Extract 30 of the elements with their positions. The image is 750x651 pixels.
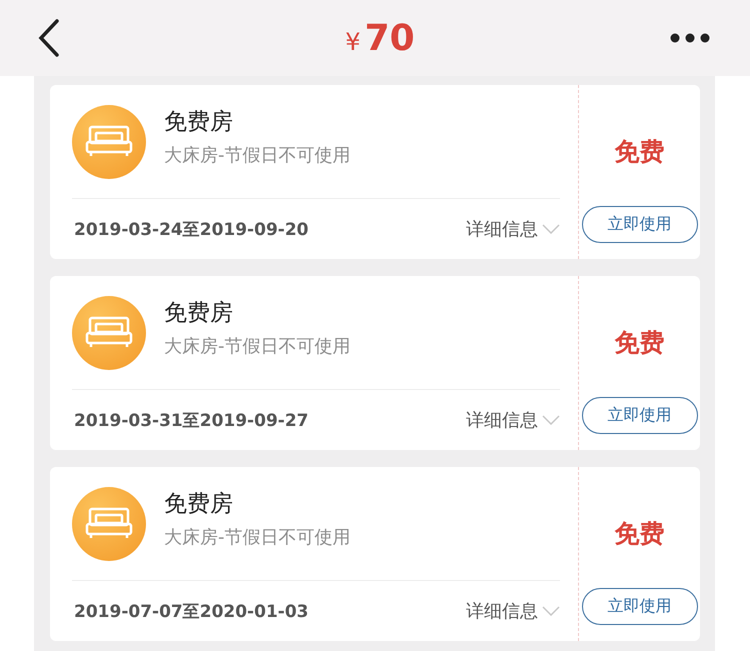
coupon-price: 免费	[614, 327, 664, 359]
details-toggle[interactable]: 详细信息	[466, 408, 560, 432]
use-now-button[interactable]: 立即使用	[582, 588, 698, 625]
use-now-button[interactable]: 立即使用	[582, 397, 698, 434]
more-icon	[670, 33, 710, 43]
validity-dates: 2019-07-07至2020-01-03	[74, 600, 308, 622]
coupon-description: 大床房-节假日不可使用	[164, 144, 350, 167]
coupon-title: 免费房	[164, 108, 234, 137]
bed-icon	[85, 124, 133, 158]
more-button[interactable]	[670, 33, 710, 43]
currency-symbol: ¥	[345, 28, 361, 56]
coupon-description: 大床房-节假日不可使用	[164, 526, 350, 549]
coupon-price: 免费	[614, 136, 664, 168]
chevron-down-icon	[542, 606, 560, 616]
use-now-button[interactable]: 立即使用	[582, 206, 698, 243]
bed-icon	[85, 316, 133, 350]
details-toggle[interactable]: 详细信息	[466, 599, 560, 623]
coupon-title: 免费房	[164, 299, 234, 328]
chevron-down-icon	[542, 224, 560, 234]
validity-dates: 2019-03-24至2019-09-20	[74, 218, 308, 240]
back-icon	[38, 19, 60, 57]
bed-icon	[85, 506, 133, 540]
validity-dates: 2019-03-31至2019-09-27	[74, 410, 308, 432]
details-toggle[interactable]: 详细信息	[466, 217, 560, 241]
chevron-down-icon	[542, 415, 560, 425]
coupon-description: 大床房-节假日不可使用	[164, 335, 350, 358]
back-button[interactable]	[38, 19, 60, 57]
coupon-title: 免费房	[164, 490, 234, 519]
price-title: 70	[364, 18, 415, 58]
coupon-price: 免费	[614, 518, 664, 550]
